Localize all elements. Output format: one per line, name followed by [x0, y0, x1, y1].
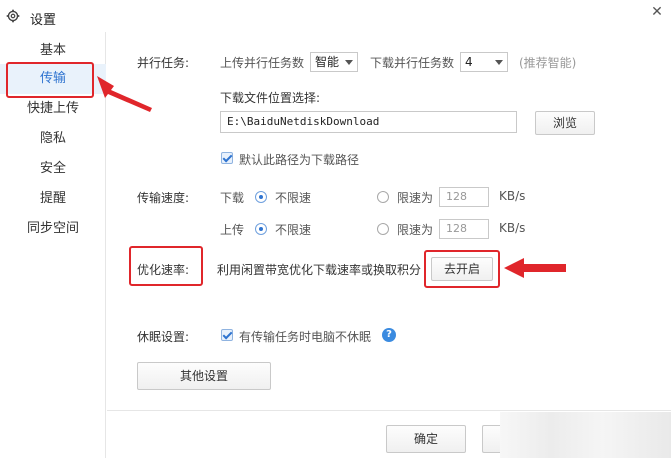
arrow-to-optimize-icon	[504, 258, 566, 278]
annotation-arrows	[97, 76, 566, 278]
arrow-to-transfer-icon	[97, 76, 152, 112]
